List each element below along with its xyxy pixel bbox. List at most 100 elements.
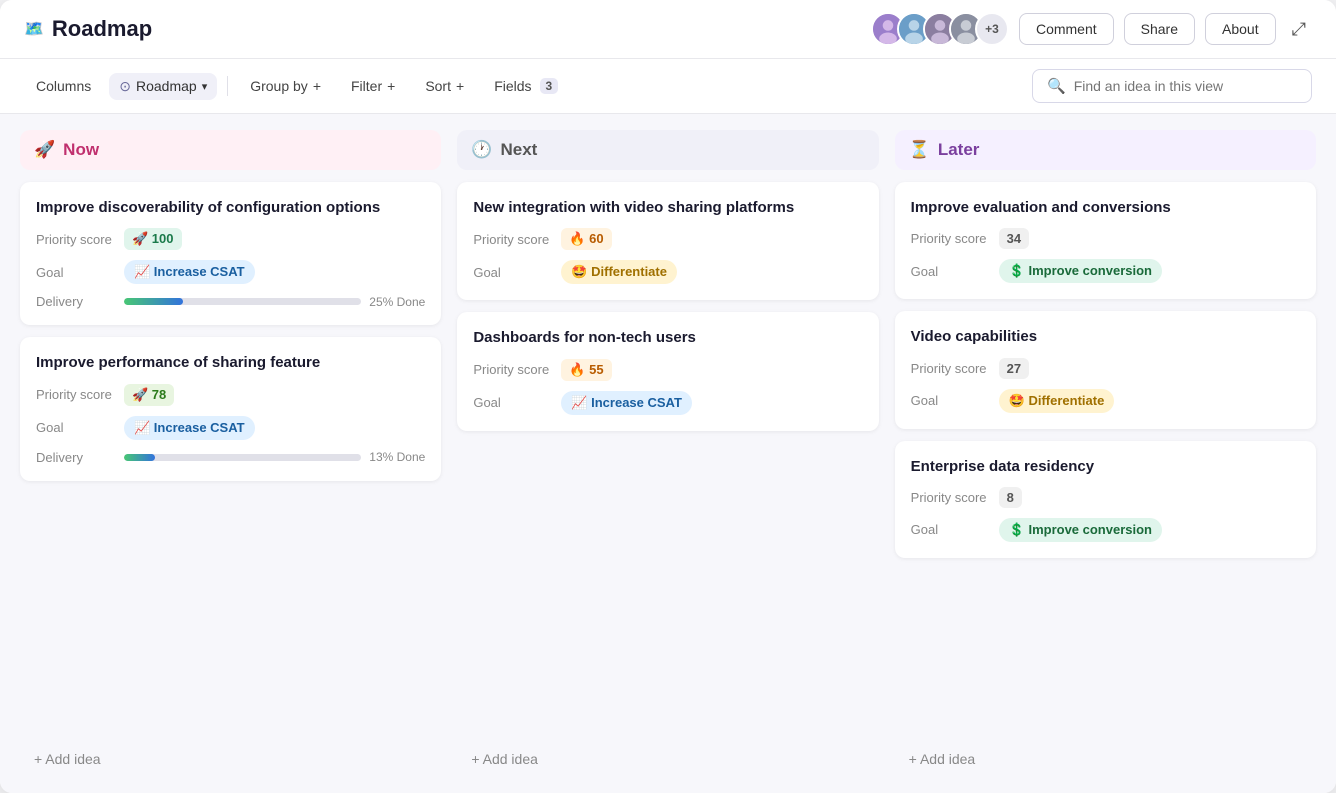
column-header-next: 🕐 Next bbox=[457, 130, 878, 170]
card[interactable]: Enterprise data residencyPriority score8… bbox=[895, 441, 1316, 558]
goal-row: Goal🤩 Differentiate bbox=[911, 389, 1300, 413]
header-actions: +3 Comment Share About ⤢ bbox=[871, 12, 1312, 46]
card[interactable]: Dashboards for non-tech users Priority sc… bbox=[457, 312, 878, 430]
progress-bar-fill bbox=[124, 298, 183, 305]
goal-row: Goal 📈 Increase CSAT bbox=[36, 416, 425, 440]
priority-label: Priority score bbox=[911, 361, 991, 376]
columns-button[interactable]: Columns bbox=[24, 72, 103, 100]
add-idea-button-now[interactable]: + Add idea bbox=[20, 741, 441, 777]
card-title: Improve discoverability of configuration… bbox=[36, 198, 425, 218]
share-button[interactable]: Share bbox=[1124, 13, 1195, 45]
columns-label: Columns bbox=[36, 78, 91, 94]
goal-label: Goal bbox=[911, 264, 991, 279]
header-title: 🗺️ Roadmap bbox=[24, 16, 859, 42]
goal-chip: 💲 Improve conversion bbox=[999, 259, 1162, 283]
card-title: Improve evaluation and conversions bbox=[911, 198, 1300, 218]
fields-button[interactable]: Fields 3 bbox=[482, 72, 570, 100]
fields-count-badge: 3 bbox=[540, 78, 559, 94]
card[interactable]: New integration with video sharing platf… bbox=[457, 182, 878, 300]
sort-button[interactable]: Sort + bbox=[413, 72, 476, 100]
priority-label: Priority score bbox=[36, 387, 116, 402]
goal-chip: 🤩 Differentiate bbox=[561, 260, 677, 284]
column-later: ⏳Later Improve evaluation and conversions… bbox=[895, 130, 1316, 777]
goal-label: Goal bbox=[473, 395, 553, 410]
goal-row: Goal 💲 Improve conversion bbox=[911, 518, 1300, 542]
toolbar-right: 🔍 bbox=[1032, 69, 1312, 103]
card[interactable]: Improve performance of sharing featurePr… bbox=[20, 337, 441, 480]
score-badge: 🚀 100 bbox=[124, 228, 182, 250]
goal-label: Goal bbox=[911, 522, 991, 537]
priority-score-row: Priority score 🔥 55 bbox=[473, 359, 862, 381]
expand-button[interactable]: ⤢ bbox=[1286, 13, 1312, 46]
card[interactable]: Video capabilities Priority score 27 Goal🤩 … bbox=[895, 311, 1316, 428]
search-box[interactable]: 🔍 bbox=[1032, 69, 1312, 103]
group-by-label: Group by bbox=[250, 78, 308, 94]
fields-label: Fields bbox=[494, 78, 531, 94]
priority-score-row: Priority score 27 bbox=[911, 358, 1300, 379]
delivery-text: 25% Done bbox=[369, 295, 425, 309]
progress-bar-fill bbox=[124, 454, 155, 461]
column-header-now: 🚀 Now bbox=[20, 130, 441, 170]
score-badge: 🔥 60 bbox=[561, 228, 611, 250]
goal-chip: 📈 Increase CSAT bbox=[124, 260, 255, 284]
priority-score-row: Priority score 34 bbox=[911, 228, 1300, 249]
plus-icon: + bbox=[456, 78, 464, 94]
header: 🗺️ Roadmap +3 Comme bbox=[0, 0, 1336, 59]
search-input[interactable] bbox=[1074, 78, 1297, 94]
delivery-row: Delivery 13% Done bbox=[36, 450, 425, 465]
priority-score-row: Priority score 🚀 78 bbox=[36, 384, 425, 406]
score-badge: 🔥 55 bbox=[561, 359, 611, 381]
card[interactable]: Improve evaluation and conversions Priori… bbox=[895, 182, 1316, 299]
progress-bar-bg bbox=[124, 298, 361, 305]
priority-score-row: Priority score🚀 100 bbox=[36, 228, 425, 250]
column-title: Now bbox=[63, 140, 99, 160]
roadmap-chip[interactable]: ⊙ Roadmap ▾ bbox=[109, 73, 217, 100]
goal-row: Goal 🤩 Differentiate bbox=[473, 260, 862, 284]
card-title: Enterprise data residency bbox=[911, 457, 1300, 477]
goal-chip: 📈 Increase CSAT bbox=[124, 416, 255, 440]
card-title: New integration with video sharing platf… bbox=[473, 198, 862, 218]
avatar-overflow[interactable]: +3 bbox=[975, 12, 1009, 46]
header-icon: 🗺️ bbox=[24, 19, 44, 39]
roadmap-label: Roadmap bbox=[136, 78, 197, 94]
column-header-later: ⏳Later bbox=[895, 130, 1316, 170]
goal-chip: 💲 Improve conversion bbox=[999, 518, 1162, 542]
card-title: Video capabilities bbox=[911, 327, 1300, 347]
goal-label: Goal bbox=[36, 420, 116, 435]
priority-score-row: Priority score 🔥 60 bbox=[473, 228, 862, 250]
delivery-text: 13% Done bbox=[369, 450, 425, 464]
comment-button[interactable]: Comment bbox=[1019, 13, 1114, 45]
card[interactable]: Improve discoverability of configuration… bbox=[20, 182, 441, 325]
progress-bar-bg bbox=[124, 454, 361, 461]
add-idea-button-next[interactable]: + Add idea bbox=[457, 741, 878, 777]
delivery-row: Delivery 25% Done bbox=[36, 294, 425, 309]
priority-label: Priority score bbox=[473, 232, 553, 247]
card-title: Dashboards for non-tech users bbox=[473, 328, 862, 348]
goal-row: Goal 💲 Improve conversion bbox=[911, 259, 1300, 283]
group-by-button[interactable]: Group by + bbox=[238, 72, 333, 100]
column-title: Later bbox=[938, 140, 980, 160]
goal-chip: 🤩 Differentiate bbox=[999, 389, 1115, 413]
delivery-label: Delivery bbox=[36, 450, 116, 465]
toolbar-divider bbox=[227, 76, 228, 96]
priority-label: Priority score bbox=[473, 362, 553, 377]
chevron-down-icon: ▾ bbox=[202, 80, 208, 93]
score-badge: 🚀 78 bbox=[124, 384, 174, 406]
toolbar: Columns ⊙ Roadmap ▾ Group by + Filter + … bbox=[0, 59, 1336, 114]
about-button[interactable]: About bbox=[1205, 13, 1276, 45]
score-badge: 27 bbox=[999, 358, 1029, 379]
plus-icon: + bbox=[387, 78, 395, 94]
column-title: Next bbox=[501, 140, 538, 160]
column-emoji: 🚀 bbox=[34, 140, 55, 160]
column-next: 🕐 Next New integration with video sharing … bbox=[457, 130, 878, 777]
add-idea-button-later[interactable]: + Add idea bbox=[895, 741, 1316, 777]
delivery-label: Delivery bbox=[36, 294, 116, 309]
page-title: Roadmap bbox=[52, 16, 152, 42]
filter-button[interactable]: Filter + bbox=[339, 72, 407, 100]
goal-chip: 📈 Increase CSAT bbox=[561, 391, 692, 415]
goal-label: Goal bbox=[473, 265, 553, 280]
priority-label: Priority score bbox=[911, 231, 991, 246]
score-badge: 34 bbox=[999, 228, 1029, 249]
filter-label: Filter bbox=[351, 78, 382, 94]
column-emoji: 🕐 bbox=[471, 140, 492, 160]
